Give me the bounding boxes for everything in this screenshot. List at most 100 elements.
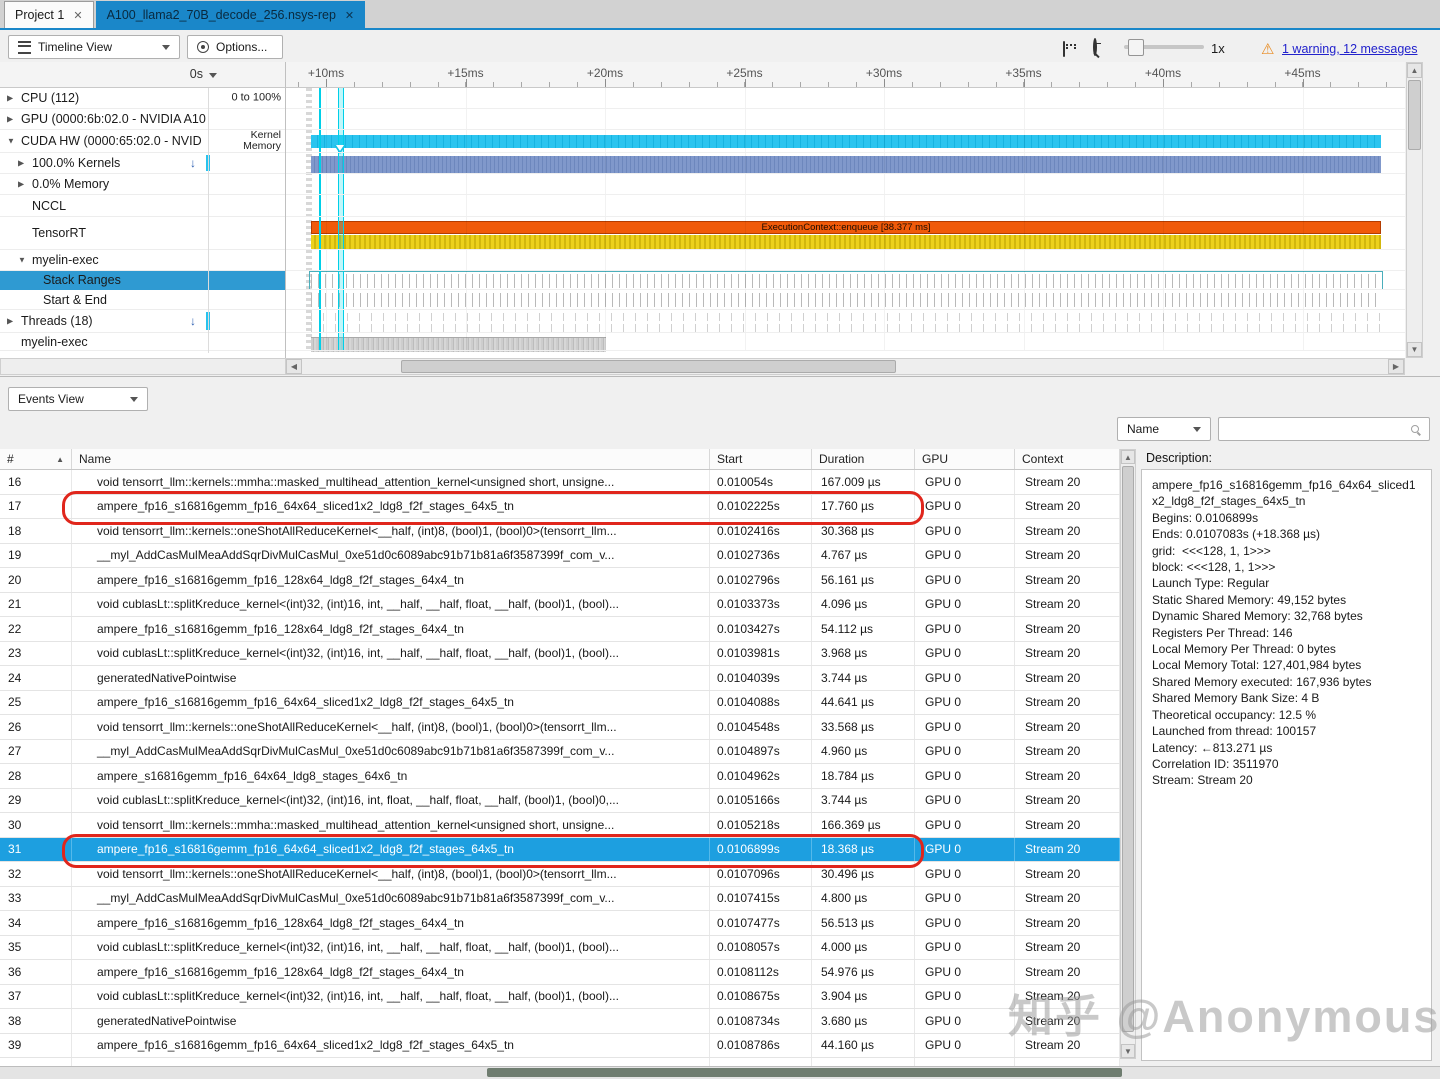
chevron-collapsed-icon[interactable]: ▶	[18, 159, 24, 168]
vscroll-thumb[interactable]	[1408, 80, 1421, 150]
scroll-down-icon[interactable]: ▼	[1121, 1044, 1135, 1058]
sidebar-item-gpu-0000-6b-02-0-nvidia-a10[interactable]: ▶GPU (0000:6b:02.0 - NVIDIA A10	[0, 109, 285, 130]
event-search-input[interactable]	[1218, 417, 1430, 441]
column-header-start[interactable]: Start	[710, 449, 812, 469]
table-row[interactable]: 38generatedNativePointwise0.0108734s3.68…	[0, 1009, 1120, 1034]
sidebar-item-nccl[interactable]: NCCL	[0, 195, 285, 217]
table-row[interactable]: 39ampere_fp16_s16816gemm_fp16_64x64_slic…	[0, 1034, 1120, 1059]
table-row[interactable]: 21void cublasLt::splitKreduce_kernel<(in…	[0, 593, 1120, 618]
sidebar-item-myelin-exec[interactable]: myelin-exec	[0, 333, 285, 351]
events-vscrollbar[interactable]: ▲ ▼	[1120, 449, 1136, 1059]
description-line: Launch Type: Regular	[1152, 575, 1421, 591]
table-row[interactable]: 35void cublasLt::splitKreduce_kernel<(in…	[0, 936, 1120, 961]
scroll-up-icon[interactable]: ▲	[1407, 63, 1422, 78]
chevron-collapsed-icon[interactable]: ▶	[7, 317, 13, 326]
sidebar-item-cpu-112-[interactable]: ▶CPU (112)0 to 100%	[0, 88, 285, 109]
sidebar-item-threads-18-[interactable]: ▶Threads (18)↓	[0, 310, 285, 333]
column-header-num[interactable]: #▲	[0, 449, 72, 469]
column-header-gpu[interactable]: GPU	[915, 449, 1015, 469]
sort-ascending-icon: ▲	[56, 455, 64, 464]
table-row[interactable]: 18void tensorrt_llm::kernels::oneShotAll…	[0, 519, 1120, 544]
ruler-origin-label[interactable]: 0s	[190, 67, 203, 81]
table-row[interactable]: 29void cublasLt::splitKreduce_kernel<(in…	[0, 789, 1120, 814]
chevron-expanded-icon[interactable]: ▼	[7, 137, 15, 146]
cell-gpu: GPU 0	[915, 470, 1015, 494]
ruler-minor-tick	[1079, 82, 1080, 87]
table-row[interactable]: 31ampere_fp16_s16816gemm_fp16_64x64_slic…	[0, 838, 1120, 863]
table-row[interactable]: 24generatedNativePointwise0.0104039s3.74…	[0, 666, 1120, 691]
tab-a100-llama2-70b-decode-256-nsys-rep[interactable]: A100_llama2_70B_decode_256.nsys-rep✕	[96, 1, 366, 28]
ruler-minor-tick	[1051, 82, 1052, 87]
table-row[interactable]: 30void tensorrt_llm::kernels::mmha::mask…	[0, 813, 1120, 838]
events-view-selector[interactable]: Events View	[8, 387, 148, 411]
timeline-hscrollbar[interactable]: ◀ ▶	[285, 358, 1405, 375]
sidebar-item-myelin-exec[interactable]: ▼myelin-exec	[0, 250, 285, 271]
scroll-up-icon[interactable]: ▲	[1121, 450, 1135, 464]
scroll-left-icon[interactable]: ◀	[286, 359, 302, 374]
sidebar-item-stack-ranges[interactable]: Stack Ranges	[0, 271, 285, 290]
zoom-slider-thumb[interactable]	[1128, 39, 1144, 56]
table-row[interactable]: 37void cublasLt::splitKreduce_kernel<(in…	[0, 985, 1120, 1010]
ruler-major-tick	[605, 79, 606, 87]
events-hscroll-thumb[interactable]	[487, 1068, 1122, 1077]
scroll-right-icon[interactable]: ▶	[1388, 359, 1404, 374]
pin-row-icon[interactable]: ↓	[190, 156, 196, 170]
cell-duration: 3.904 µs	[812, 985, 915, 1009]
table-row[interactable]: 36ampere_fp16_s16816gemm_fp16_128x64_ldg…	[0, 960, 1120, 985]
table-row[interactable]: 26void tensorrt_llm::kernels::oneShotAll…	[0, 715, 1120, 740]
table-row[interactable]: 23void cublasLt::splitKreduce_kernel<(in…	[0, 642, 1120, 667]
timeline-chart[interactable]: ExecutionContext::enqueue [38.377 ms]	[285, 88, 1405, 358]
table-row[interactable]: 32void tensorrt_llm::kernels::oneShotAll…	[0, 862, 1120, 887]
column-header-label: Name	[79, 452, 111, 466]
close-icon[interactable]: ✕	[345, 9, 354, 22]
pin-row-icon[interactable]: ↓	[190, 314, 196, 328]
scroll-down-icon[interactable]: ▼	[1407, 342, 1422, 357]
chevron-collapsed-icon[interactable]: ▶	[7, 94, 13, 103]
table-row[interactable]: 17ampere_fp16_s16816gemm_fp16_64x64_slic…	[0, 495, 1120, 520]
sidebar-item-0-0-memory[interactable]: ▶ 0.0% Memory	[0, 174, 285, 195]
chevron-collapsed-icon[interactable]: ▶	[7, 115, 13, 124]
timeline-view-selector[interactable]: Timeline View	[8, 35, 180, 59]
close-icon[interactable]: ✕	[73, 9, 82, 22]
table-row[interactable]: 20ampere_fp16_s16816gemm_fp16_128x64_ldg…	[0, 568, 1120, 593]
cell-name: ampere_fp16_s16816gemm_fp16_128x64_ldg8_…	[72, 960, 710, 984]
ruler-tick-label: +35ms	[1005, 66, 1041, 80]
warnings-link[interactable]: 1 warning, 12 messages	[1282, 42, 1418, 56]
timeline-ruler[interactable]: +10ms+15ms+20ms+25ms+30ms+35ms+40ms+45ms	[285, 62, 1405, 88]
events-vscroll-thumb[interactable]	[1122, 466, 1134, 1032]
chevron-expanded-icon[interactable]: ▼	[18, 256, 26, 265]
sidebar-item-cuda-hw-0000-65-02-0-nvid[interactable]: ▼CUDA HW (0000:65:02.0 - NVIDKernelMemor…	[0, 130, 285, 153]
table-row[interactable]: 16void tensorrt_llm::kernels::mmha::mask…	[0, 470, 1120, 495]
sidebar-item-label: 0.0% Memory	[32, 177, 109, 191]
table-row[interactable]: 33__myl_AddCasMulMeaAddSqrDivMulCasMul_0…	[0, 887, 1120, 912]
hscroll-thumb[interactable]	[401, 360, 896, 373]
table-row[interactable]: 19__myl_AddCasMulMeaAddSqrDivMulCasMul_0…	[0, 544, 1120, 569]
column-header-context[interactable]: Context	[1015, 449, 1120, 469]
table-row[interactable]: 22ampere_fp16_s16816gemm_fp16_128x64_ldg…	[0, 617, 1120, 642]
column-header-name[interactable]: Name	[72, 449, 710, 469]
table-row[interactable]: 27__myl_AddCasMulMeaAddSqrDivMulCasMul_0…	[0, 740, 1120, 765]
column-header-duration[interactable]: Duration	[812, 449, 915, 469]
sidebar-item-tensorrt[interactable]: TensorRT	[0, 217, 285, 250]
table-row[interactable]: 25ampere_fp16_s16816gemm_fp16_64x64_slic…	[0, 691, 1120, 716]
keyboard-shortcuts-icon[interactable]	[1063, 41, 1065, 57]
sidebar-item-100-0-kernels[interactable]: ▶100.0% Kernels↓	[0, 153, 285, 174]
timeline-vscrollbar[interactable]: ▲ ▼	[1406, 62, 1423, 358]
zoom-out-icon[interactable]	[1093, 38, 1097, 56]
sidebar-item-start-end[interactable]: Start & End	[0, 290, 285, 310]
events-table-header[interactable]: #▲ Name Start Duration GPUContext	[0, 449, 1120, 470]
ruler-minor-tick	[633, 82, 634, 87]
chart-row	[286, 271, 1405, 290]
cell-duration: 18.784 µs	[812, 764, 915, 788]
cell-duration: 4.800 µs	[812, 887, 915, 911]
table-row[interactable]: 34ampere_fp16_s16816gemm_fp16_128x64_ldg…	[0, 911, 1120, 936]
options-button[interactable]: Options...	[187, 35, 283, 59]
chart-row	[286, 195, 1405, 217]
tab-project-1[interactable]: Project 1✕	[4, 1, 94, 28]
filter-field-selector[interactable]: Name	[1117, 417, 1211, 441]
table-row[interactable]: 28ampere_s16816gemm_fp16_64x64_ldg8_stag…	[0, 764, 1120, 789]
column-header-label: Duration	[819, 452, 864, 466]
eye-icon	[197, 41, 209, 53]
chevron-collapsed-icon[interactable]: ▶	[18, 180, 24, 189]
cell-name: void cublasLt::splitKreduce_kernel<(int)…	[72, 936, 710, 960]
